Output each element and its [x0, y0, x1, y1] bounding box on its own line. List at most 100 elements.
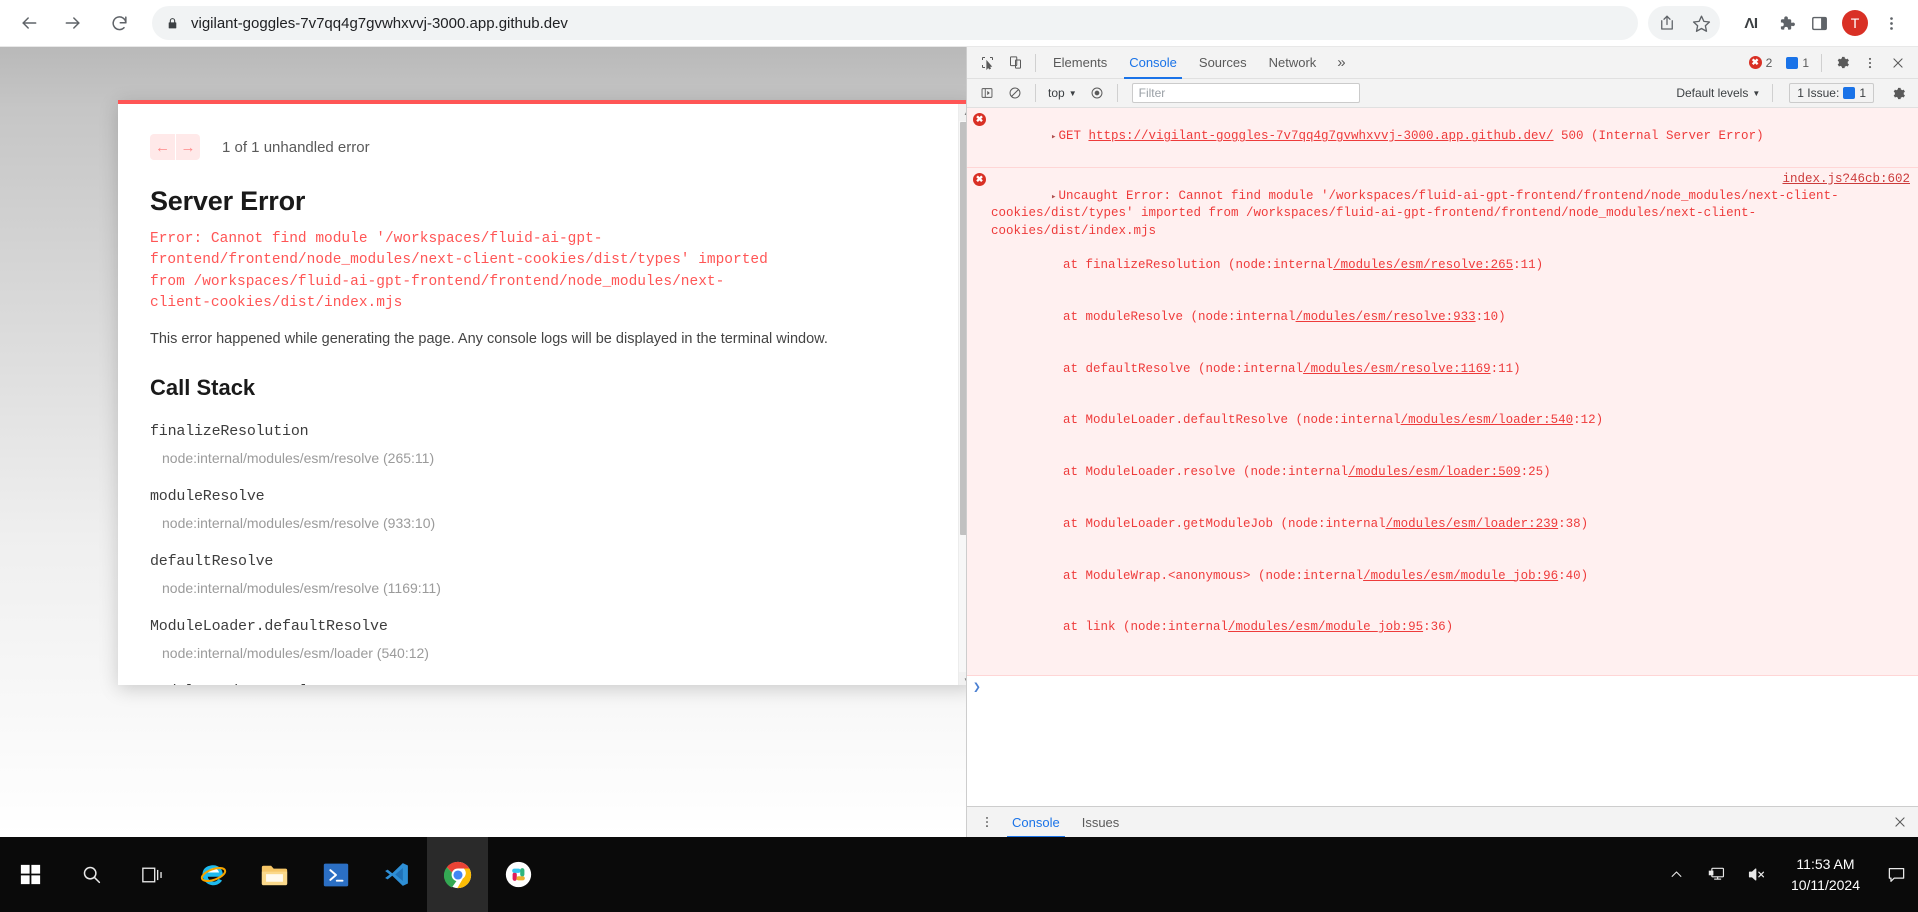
- start-button[interactable]: [0, 837, 61, 912]
- page-viewport: ← → 1 of 1 unhandled error Server Error …: [0, 47, 966, 837]
- internet-explorer-icon[interactable]: [183, 837, 244, 912]
- stack-prefix: at ModuleLoader.getModuleJob (node:inter…: [1033, 517, 1386, 531]
- vscode-icon[interactable]: [366, 837, 427, 912]
- call-stack-frame: moduleResolve node:internal/modules/esm/…: [150, 488, 930, 531]
- console-error-entry[interactable]: ✖ ▸GET https://vigilant-goggles-7v7qq4g7…: [967, 108, 1918, 168]
- ai-assistant-icon[interactable]: ΛI: [1734, 6, 1768, 40]
- expand-arrow-icon[interactable]: ▸: [1051, 191, 1056, 203]
- kebab-menu-icon[interactable]: [973, 809, 1001, 835]
- call-stack-function: finalizeResolution: [150, 423, 930, 440]
- browser-toolbar: vigilant-goggles-7v7qq4g7gvwhxvvj-3000.a…: [0, 0, 1918, 47]
- divider: [1772, 84, 1773, 102]
- stack-path-link[interactable]: /modules/esm/module_job:95: [1228, 620, 1423, 634]
- console-error-entry[interactable]: ✖ ▸Uncaught Error: Cannot find module '/…: [967, 168, 1918, 676]
- execution-context-selector[interactable]: top ▼: [1042, 84, 1083, 102]
- stack-path-link[interactable]: /modules/esm/module_job:96: [1363, 569, 1558, 583]
- side-panel-icon[interactable]: [1802, 6, 1836, 40]
- console-filter-input[interactable]: [1132, 83, 1360, 103]
- stack-path-link[interactable]: /modules/esm/loader:509: [1348, 465, 1521, 479]
- slack-icon[interactable]: [488, 837, 549, 912]
- volume-muted-icon[interactable]: [1737, 837, 1777, 912]
- chevron-up-icon[interactable]: [1657, 837, 1697, 912]
- error-hint: This error happened while generating the…: [150, 329, 930, 349]
- call-stack-frame: defaultResolve node:internal/modules/esm…: [150, 553, 930, 596]
- error-message: Error: Cannot find module '/workspaces/f…: [150, 229, 770, 315]
- search-button[interactable]: [61, 837, 122, 912]
- stack-trace-line: at link (node:internal/modules/esm/modul…: [991, 619, 1912, 636]
- clear-console-icon[interactable]: [1001, 80, 1029, 106]
- tab-elements[interactable]: Elements: [1042, 47, 1118, 79]
- close-icon[interactable]: [1884, 50, 1912, 76]
- address-bar[interactable]: vigilant-goggles-7v7qq4g7gvwhxvvj-3000.a…: [152, 6, 1638, 40]
- tab-console[interactable]: Console: [1118, 47, 1188, 79]
- issues-status-pill[interactable]: 1 Issue: 1: [1789, 83, 1874, 103]
- live-expression-icon[interactable]: [1083, 80, 1111, 106]
- call-stack-location: node:internal/modules/esm/resolve (933:1…: [162, 515, 930, 531]
- stack-path-link[interactable]: /modules/esm/resolve:933: [1296, 310, 1476, 324]
- tab-sources[interactable]: Sources: [1188, 47, 1258, 79]
- puzzle-piece-icon[interactable]: [1768, 6, 1802, 40]
- stack-prefix: at ModuleLoader.resolve (node:internal: [1033, 465, 1348, 479]
- clock[interactable]: 11:53 AM 10/11/2024: [1777, 854, 1874, 895]
- more-tabs-chevron-icon[interactable]: »: [1327, 54, 1355, 71]
- source-location-link[interactable]: index.js?46cb:602: [1782, 172, 1910, 186]
- issue-count-value: 1: [1802, 56, 1809, 70]
- entry-url-link[interactable]: https://vigilant-goggles-7v7qq4g7gvwhxvv…: [1088, 129, 1553, 143]
- back-arrow-icon[interactable]: [10, 4, 48, 42]
- avatar[interactable]: T: [1842, 10, 1868, 36]
- tab-network[interactable]: Network: [1258, 47, 1328, 79]
- star-icon[interactable]: [1684, 6, 1718, 40]
- error-circle-icon: ✖: [973, 171, 991, 671]
- scroll-down-arrow-icon[interactable]: ▼: [959, 672, 966, 685]
- powershell-icon[interactable]: [305, 837, 366, 912]
- log-levels-selector[interactable]: Default levels ▼: [1670, 84, 1766, 102]
- kebab-menu-icon[interactable]: [1856, 50, 1884, 76]
- close-icon[interactable]: [1890, 809, 1918, 835]
- console-prompt[interactable]: ❯: [967, 676, 1918, 699]
- windows-taskbar: 11:53 AM 10/11/2024: [0, 837, 1918, 912]
- drawer-tab-console[interactable]: Console: [1001, 807, 1071, 838]
- clock-date: 10/11/2024: [1791, 875, 1860, 895]
- error-count-badge[interactable]: ✖ 2: [1743, 55, 1779, 71]
- stack-path-link[interactable]: /modules/esm/resolve:265: [1333, 258, 1513, 272]
- previous-error-button[interactable]: ←: [150, 134, 175, 160]
- expand-arrow-icon[interactable]: ▸: [1051, 131, 1056, 143]
- folder-icon[interactable]: [244, 837, 305, 912]
- stack-prefix: at link (node:internal: [1033, 620, 1228, 634]
- stack-path-link[interactable]: /modules/esm/loader:239: [1386, 517, 1559, 531]
- stack-suffix: :36): [1423, 620, 1453, 634]
- issue-square-icon: [1786, 57, 1798, 69]
- page-title: Server Error: [150, 186, 944, 217]
- stack-path-link[interactable]: /modules/esm/loader:540: [1401, 413, 1574, 427]
- stack-path-link[interactable]: /modules/esm/resolve:1169: [1303, 362, 1491, 376]
- chrome-icon[interactable]: [427, 837, 488, 912]
- gear-icon[interactable]: [1884, 80, 1912, 106]
- gear-icon[interactable]: [1828, 50, 1856, 76]
- stack-suffix: :12): [1573, 413, 1603, 427]
- stack-trace-line: at ModuleLoader.resolve (node:internal/m…: [991, 464, 1912, 481]
- issue-square-icon: [1843, 87, 1855, 99]
- next-error-button[interactable]: →: [175, 134, 200, 160]
- console-entry-text: ▸Uncaught Error: Cannot find module '/wo…: [991, 171, 1912, 671]
- reload-icon[interactable]: [100, 4, 138, 42]
- network-icon[interactable]: [1697, 837, 1737, 912]
- forward-arrow-icon[interactable]: [54, 4, 92, 42]
- task-view-button[interactable]: [122, 837, 183, 912]
- overlay-scrollbar[interactable]: ▲ ▼: [958, 104, 966, 685]
- call-stack-function: ModuleLoader.resolve: [150, 683, 930, 685]
- call-stack-function: ModuleLoader.defaultResolve: [150, 618, 930, 635]
- notification-icon[interactable]: [1874, 837, 1918, 912]
- scroll-up-arrow-icon[interactable]: ▲: [959, 104, 966, 121]
- drawer-tab-issues[interactable]: Issues: [1071, 807, 1131, 838]
- toolbar-actions: ΛI T: [1648, 6, 1918, 40]
- console-sidebar-icon[interactable]: [973, 80, 1001, 106]
- device-toolbar-icon[interactable]: [1001, 50, 1029, 76]
- stack-suffix: :25): [1521, 465, 1551, 479]
- share-icon[interactable]: [1650, 6, 1684, 40]
- error-count-value: 2: [1766, 56, 1773, 70]
- entry-prefix: Uncaught Error: Cannot find module '/wor…: [991, 189, 1839, 238]
- stack-prefix: at finalizeResolution (node:internal: [1033, 258, 1333, 272]
- inspect-element-icon[interactable]: [973, 50, 1001, 76]
- issue-count-badge[interactable]: 1: [1780, 55, 1815, 71]
- kebab-menu-icon[interactable]: [1874, 6, 1908, 40]
